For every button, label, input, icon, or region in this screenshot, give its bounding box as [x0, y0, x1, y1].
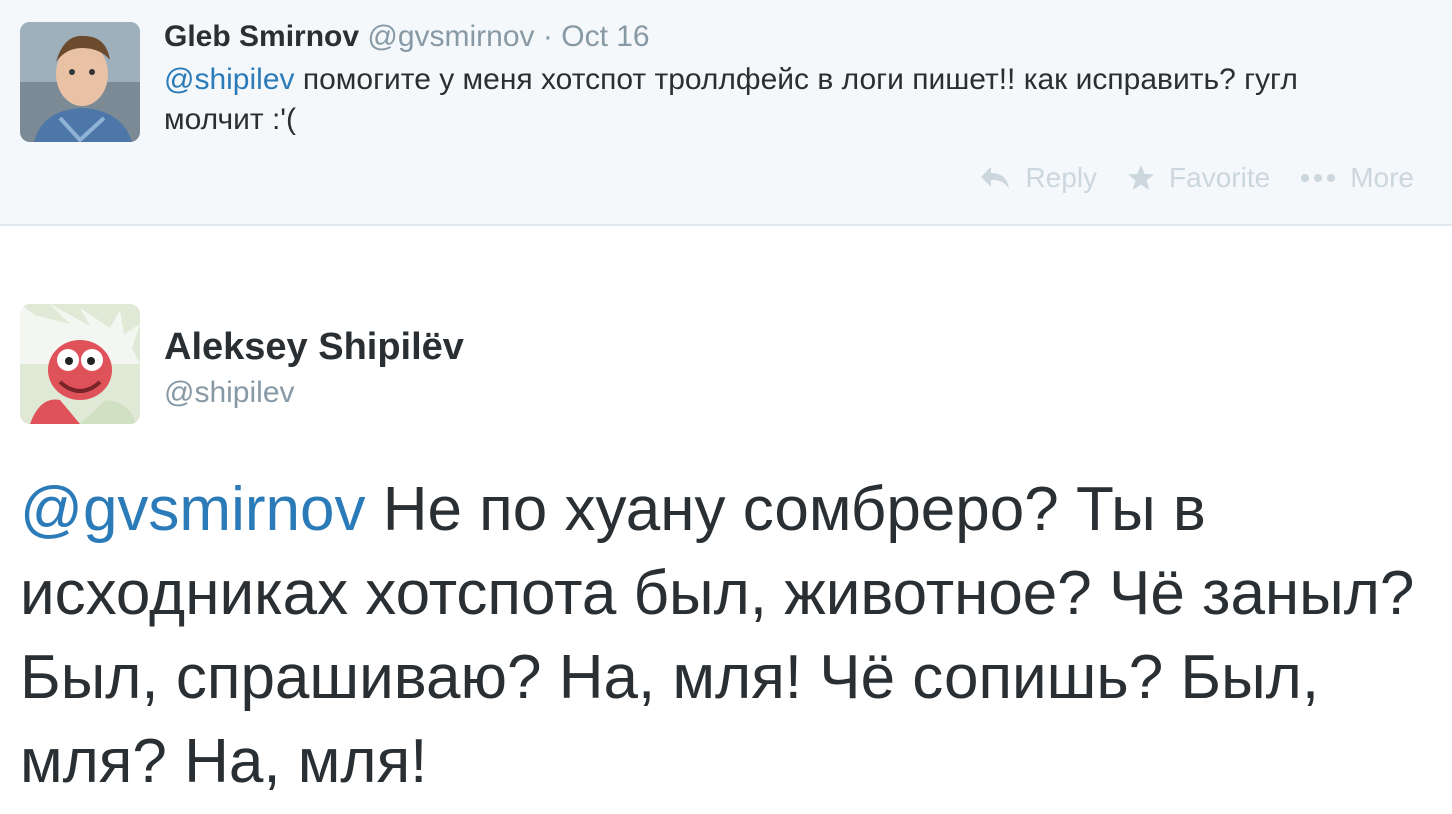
tweet-body: помогите у меня хотспот троллфейс в логи… — [164, 63, 1298, 136]
tweet-date[interactable]: Oct 16 — [561, 20, 649, 53]
star-icon — [1127, 164, 1155, 192]
reply-label: Reply — [1025, 162, 1098, 193]
more-label: More — [1350, 162, 1414, 193]
tweet-actions: Reply Favorite More — [979, 162, 1414, 194]
author-fullname[interactable]: Aleksey Shipilëv — [164, 324, 464, 370]
avatar-gleb[interactable] — [20, 22, 140, 142]
author-screen-name[interactable]: @shipilev — [164, 374, 295, 412]
reply-button[interactable]: Reply — [979, 162, 1097, 194]
more-button[interactable]: More — [1300, 162, 1414, 194]
author-screen-name[interactable]: @gvsmirnov — [367, 20, 534, 53]
parent-tweet-text: @shipilev помогите у меня хотспот троллф… — [164, 60, 1314, 140]
mention-link[interactable]: @gvsmirnov — [20, 475, 365, 544]
favorite-button[interactable]: Favorite — [1127, 162, 1270, 194]
parent-tweet[interactable]: Gleb Smirnov @gvsmirnov · Oct 16 @shipil… — [0, 0, 1452, 226]
separator-dot: · — [542, 20, 553, 53]
parent-tweet-header: Gleb Smirnov @gvsmirnov · Oct 16 — [164, 18, 650, 56]
more-dots-icon — [1300, 173, 1336, 183]
mention-link[interactable]: @shipilev — [164, 63, 295, 96]
author-fullname[interactable]: Gleb Smirnov — [164, 20, 359, 53]
reply-icon — [979, 165, 1011, 191]
main-tweet-text: @gvsmirnov Не по хуану сомбреро? Ты в ис… — [20, 468, 1430, 804]
avatar-shipilev[interactable] — [20, 304, 140, 424]
favorite-label: Favorite — [1169, 162, 1271, 193]
